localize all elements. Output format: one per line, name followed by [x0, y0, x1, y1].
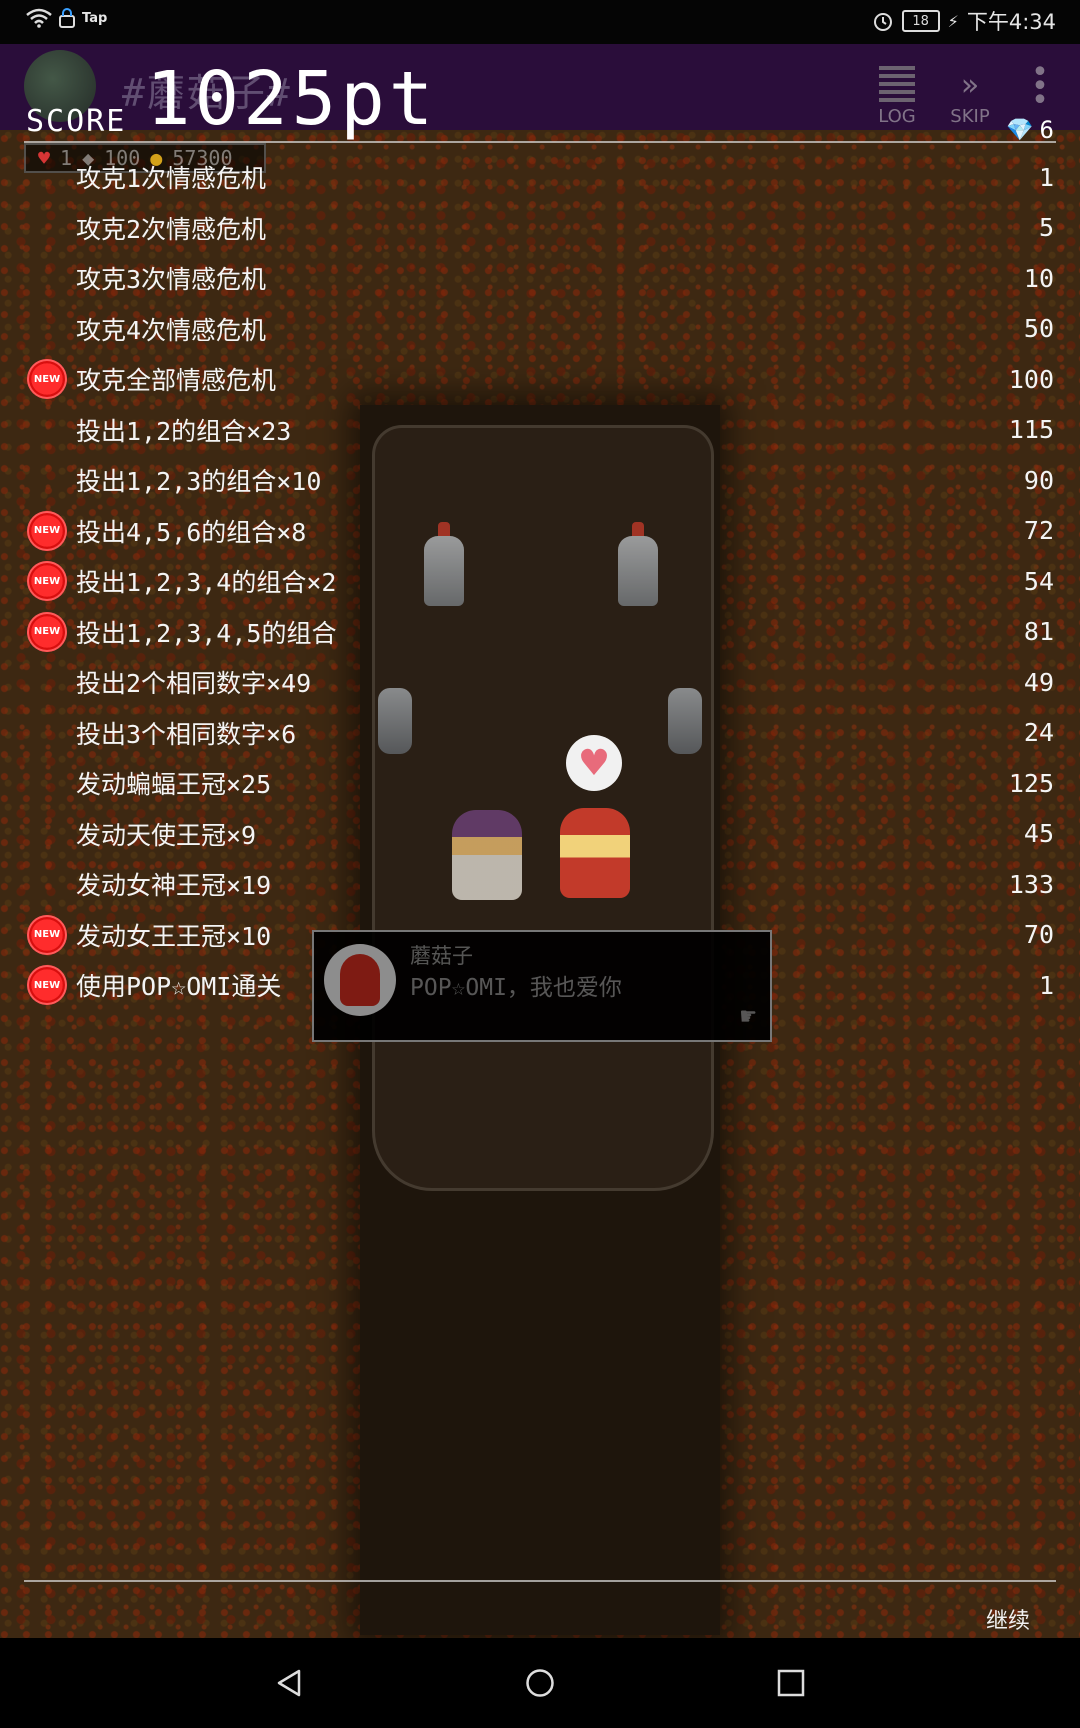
score-row: 攻克4次情感危机 50: [0, 304, 1080, 355]
score-row: 攻克3次情感危机 10: [0, 253, 1080, 304]
divider-bottom: [24, 1580, 1056, 1582]
score-row: 攻克2次情感危机 5: [0, 203, 1080, 254]
new-badge-icon: NEW: [27, 914, 67, 955]
score-row-value: 115: [1008, 415, 1054, 445]
status-time: 下午4:34: [966, 10, 1056, 34]
score-row-label: 投出1,2,3,4,5的组合: [76, 618, 337, 648]
home-button[interactable]: [523, 1666, 557, 1700]
skip-label: SKIP: [950, 106, 990, 127]
score-value: 1025pt: [146, 56, 438, 142]
score-row-value: 54: [1023, 566, 1054, 596]
charging-icon: ⚡: [947, 11, 959, 31]
score-row-label: 攻克4次情感危机: [76, 315, 267, 345]
score-row: 发动天使王冠×9 45: [0, 809, 1080, 860]
status-left: Tap: [26, 8, 107, 28]
score-row-value: 1: [1038, 162, 1054, 192]
score-row-value: 10: [1023, 263, 1054, 293]
dialogue-shade: [314, 932, 770, 1040]
tap-app-label: Tap: [82, 10, 108, 26]
score-label: SCORE: [26, 104, 127, 139]
score-row-label: 攻克2次情感危机: [76, 214, 267, 244]
new-badge-icon: NEW: [27, 965, 67, 1006]
score-row-value: 50: [1023, 314, 1054, 344]
score-row: 投出2个相同数字×49 49: [0, 657, 1080, 708]
score-row-label: 发动蝙蝠王冠×25: [76, 770, 272, 800]
system-nav-bar: [0, 1638, 1080, 1728]
alarm-icon: [873, 13, 892, 31]
score-row: NEW 投出1,2,3,4的组合×2 54: [0, 556, 1080, 607]
recent-apps-button[interactable]: [774, 1666, 808, 1700]
score-row-value: 70: [1023, 920, 1054, 950]
score-row: NEW 投出4,5,6的组合×8 72: [0, 506, 1080, 557]
log-label: LOG: [878, 106, 916, 127]
score-row-label: 投出2个相同数字×49: [76, 669, 312, 699]
skip-icon: »: [960, 68, 980, 103]
log-button[interactable]: LOG: [876, 66, 918, 127]
score-row: 投出1,2,3的组合×10 90: [0, 455, 1080, 506]
score-row-label: 攻克全部情感危机: [76, 366, 277, 396]
divider-top: [24, 141, 1056, 143]
continue-button[interactable]: 继续: [986, 1603, 1030, 1635]
new-badge-icon: NEW: [27, 561, 67, 602]
score-row-value: 125: [1008, 768, 1054, 798]
status-bar: Tap 18 ⚡ 下午4:34: [0, 0, 1080, 44]
score-row-value: 24: [1023, 718, 1054, 748]
score-row-value: 1: [1038, 970, 1054, 1000]
home-icon: [526, 1669, 554, 1697]
score-row: 投出1,2的组合×23 115: [0, 405, 1080, 456]
dialogue-box[interactable]: 蘑菇子 POP☆OMI，我也爱你 ☛: [312, 930, 772, 1042]
battery-indicator: 18: [901, 10, 940, 32]
score-row-value: 5: [1038, 213, 1054, 243]
wifi-icon: [26, 8, 52, 28]
lock-icon: [59, 8, 75, 28]
score-row-label: 投出1,2,3的组合×10: [76, 467, 322, 497]
score-row: NEW 攻克全部情感危机 100: [0, 354, 1080, 405]
score-row-value: 81: [1023, 617, 1054, 647]
score-row: 发动女神王冠×19 133: [0, 859, 1080, 910]
score-row-value: 90: [1023, 465, 1054, 495]
score-row-label: 投出3个相同数字×6: [76, 719, 297, 749]
new-badge-icon: NEW: [27, 510, 67, 551]
score-row-label: 投出4,5,6的组合×8: [76, 517, 307, 547]
back-icon: [277, 1669, 301, 1697]
score-row: 发动蝙蝠王冠×25 125: [0, 758, 1080, 809]
score-row-label: 发动女神王冠×19: [76, 871, 272, 901]
gem-counter: 💎 6: [1006, 116, 1054, 144]
score-row-label: 攻克1次情感危机: [76, 164, 267, 194]
log-icon: [879, 66, 915, 106]
score-row-label: 使用POP☆OMI通关: [76, 972, 282, 1002]
recent-apps-icon: [777, 1669, 805, 1697]
score-row-label: 发动天使王冠×9: [76, 820, 257, 850]
new-badge-icon: NEW: [27, 359, 67, 400]
score-row-label: 攻克3次情感危机: [76, 265, 267, 295]
score-row-label: 投出1,2的组合×23: [76, 416, 292, 446]
score-row-value: 72: [1023, 516, 1054, 546]
score-row-value: 49: [1023, 667, 1054, 697]
score-list: 攻克1次情感危机 1 攻克2次情感危机 5 攻克3次情感危机 10 攻克4次情感危机 50 NE…: [0, 152, 1080, 1011]
score-row-value: 133: [1008, 869, 1054, 899]
more-menu-button[interactable]: • • •: [1030, 58, 1050, 116]
score-row: 攻克1次情感危机 1: [0, 152, 1080, 203]
status-right: 18 ⚡ 下午4:34: [872, 6, 1056, 36]
score-row: NEW 投出1,2,3,4,5的组合 81: [0, 607, 1080, 658]
diamond-icon: 💎: [1006, 117, 1034, 143]
gem-count: 6: [1039, 116, 1054, 144]
skip-button[interactable]: » SKIP: [944, 66, 996, 127]
score-row-value: 100: [1008, 364, 1054, 394]
score-row-label: 投出1,2,3,4的组合×2: [76, 568, 337, 598]
score-row: 投出3个相同数字×6 24: [0, 708, 1080, 759]
score-row-label: 发动女王王冠×10: [76, 921, 272, 951]
new-badge-icon: NEW: [27, 611, 67, 652]
score-row-value: 45: [1023, 819, 1054, 849]
back-button[interactable]: [272, 1666, 306, 1700]
